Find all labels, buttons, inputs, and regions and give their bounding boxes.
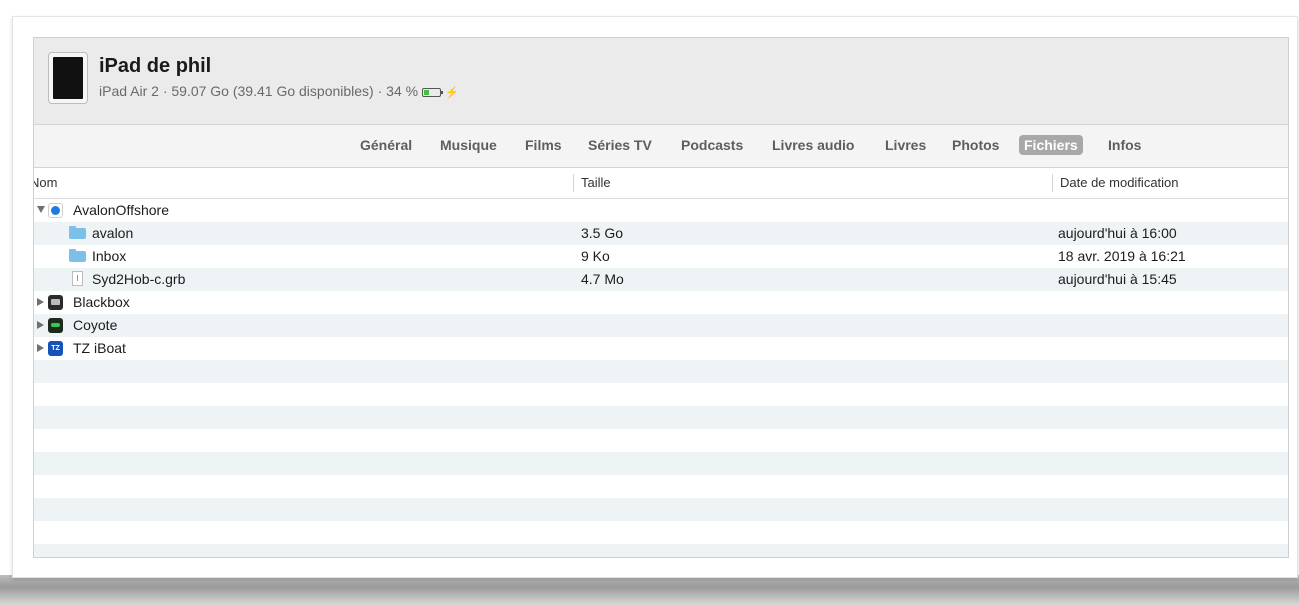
list-item-syd2hob[interactable]: Syd2Hob-c.grb 4.7 Mo aujourd'hui à 15:45 (34, 268, 1288, 291)
row-date: 18 avr. 2019 à 16:21 (1058, 248, 1186, 264)
empty-row (34, 452, 1288, 475)
tab-general[interactable]: Général (355, 135, 417, 155)
window-shadow (0, 575, 1299, 605)
empty-row (34, 544, 1288, 557)
column-size-header[interactable]: Taille (581, 168, 611, 198)
list-item-avalonoffshore[interactable]: AvalonOffshore (34, 199, 1288, 222)
column-name-header[interactable]: Nom (34, 168, 57, 198)
device-storage-text: iPad Air 2 · 59.07 Go (39.41 Go disponib… (99, 83, 419, 99)
row-size: 9 Ko (581, 248, 610, 264)
row-size: 3.5 Go (581, 225, 624, 241)
disclosure-closed-icon[interactable] (37, 321, 44, 329)
tab-films[interactable]: Films (520, 135, 567, 155)
battery-icon (422, 88, 444, 97)
folder-icon (69, 249, 86, 262)
row-name: Coyote (73, 317, 118, 333)
tab-series-tv[interactable]: Séries TV (583, 135, 657, 155)
row-name: TZ iBoat (73, 340, 126, 356)
tab-fichiers[interactable]: Fichiers (1019, 135, 1083, 155)
file-list: AvalonOffshore avalon 3.5 Go aujourd'hui… (34, 199, 1288, 557)
empty-row (34, 360, 1288, 383)
tab-bar: Général Musique Films Séries TV Podcasts… (34, 125, 1288, 168)
row-size: 4.7 Mo (581, 271, 624, 287)
row-date: aujourd'hui à 15:45 (1058, 271, 1177, 287)
tab-podcasts[interactable]: Podcasts (676, 135, 748, 155)
disclosure-open-icon[interactable] (37, 206, 45, 213)
empty-row (34, 498, 1288, 521)
column-divider[interactable] (573, 174, 574, 192)
column-date-header[interactable]: Date de modification (1060, 168, 1179, 198)
device-header: iPad de phil iPad Air 2 · 59.07 Go (39.4… (34, 38, 1288, 125)
empty-row (34, 383, 1288, 406)
empty-row (34, 521, 1288, 544)
list-item-tz-iboat[interactable]: TZ TZ iBoat (34, 337, 1288, 360)
avalon-app-icon (48, 203, 63, 218)
row-date: aujourd'hui à 16:00 (1058, 225, 1177, 241)
tz-iboat-app-icon: TZ (48, 341, 63, 356)
finder-device-window: iPad de phil iPad Air 2 · 59.07 Go (39.4… (33, 37, 1289, 558)
disclosure-closed-icon[interactable] (37, 344, 44, 352)
column-divider[interactable] (1052, 174, 1053, 192)
row-name: Syd2Hob-c.grb (92, 271, 186, 287)
charging-bolt-icon: ⚡ (445, 87, 459, 99)
device-name: iPad de phil (99, 55, 212, 77)
tab-musique[interactable]: Musique (435, 135, 502, 155)
row-name: avalon (92, 225, 134, 241)
coyote-app-icon (48, 318, 63, 333)
column-header: Nom Taille Date de modification (34, 168, 1288, 199)
list-item-coyote[interactable]: Coyote (34, 314, 1288, 337)
empty-row (34, 475, 1288, 498)
tab-infos[interactable]: Infos (1103, 135, 1146, 155)
empty-row (34, 429, 1288, 452)
tab-photos[interactable]: Photos (947, 135, 1004, 155)
disclosure-closed-icon[interactable] (37, 298, 44, 306)
list-item-blackbox[interactable]: Blackbox (34, 291, 1288, 314)
folder-icon (69, 226, 86, 239)
row-name: Blackbox (73, 294, 130, 310)
blackbox-app-icon (48, 295, 63, 310)
empty-row (34, 406, 1288, 429)
row-name: AvalonOffshore (73, 202, 169, 218)
tab-livres[interactable]: Livres (880, 135, 931, 155)
device-info: iPad Air 2 · 59.07 Go (39.41 Go disponib… (99, 83, 459, 99)
row-name: Inbox (92, 248, 127, 264)
list-item-inbox[interactable]: Inbox 9 Ko 18 avr. 2019 à 16:21 (34, 245, 1288, 268)
tab-livres-audio[interactable]: Livres audio (767, 135, 859, 155)
ipad-device-icon (48, 52, 88, 104)
list-item-avalon[interactable]: avalon 3.5 Go aujourd'hui à 16:00 (34, 222, 1288, 245)
file-icon (72, 271, 83, 286)
